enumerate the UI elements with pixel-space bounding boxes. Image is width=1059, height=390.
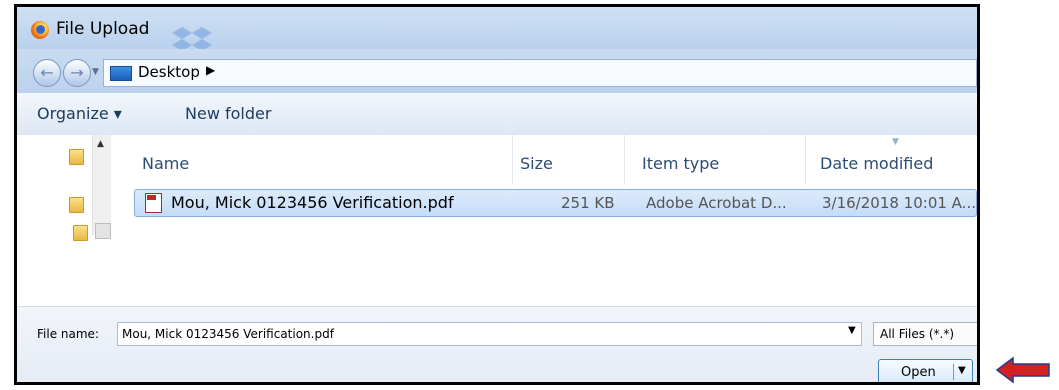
- history-dropdown-icon[interactable]: ▼: [92, 67, 99, 77]
- firefox-icon: [31, 21, 49, 39]
- desktop-icon: [110, 66, 132, 81]
- file-name-dropdown-icon[interactable]: ▼: [848, 325, 856, 336]
- column-header-date[interactable]: Date modified: [820, 154, 933, 173]
- file-row-selected[interactable]: Mou, Mick 0123456 Verification.pdf 251 K…: [134, 189, 977, 217]
- back-button[interactable]: ←: [33, 59, 61, 87]
- scroll-up-icon[interactable]: ▲: [97, 139, 104, 149]
- column-divider[interactable]: [512, 135, 513, 185]
- file-name-value[interactable]: Mou, Mick 0123456 Verification.pdf: [122, 327, 334, 341]
- breadcrumb[interactable]: Desktop ▶: [103, 59, 977, 87]
- address-bar: ← → ▼ Desktop ▶: [17, 49, 977, 93]
- file-date: 3/16/2018 10:01 A...: [822, 194, 976, 212]
- file-type: Adobe Acrobat D...: [646, 194, 787, 212]
- organize-menu[interactable]: Organize ▾: [37, 104, 122, 123]
- new-folder-button[interactable]: New folder: [185, 104, 271, 123]
- file-name: Mou, Mick 0123456 Verification.pdf: [171, 193, 454, 212]
- file-list: ▼ Name Size Item type Date modified Mou,…: [112, 135, 977, 235]
- column-header-name[interactable]: Name: [142, 154, 189, 173]
- file-type-filter-label[interactable]: All Files (*.*): [880, 327, 954, 341]
- file-size: 251 KB: [561, 194, 615, 212]
- open-button-label[interactable]: Open: [901, 365, 936, 380]
- navigation-scrollbar[interactable]: ▲: [92, 135, 111, 239]
- column-divider[interactable]: [624, 135, 625, 185]
- file-name-label: File name:: [37, 327, 99, 341]
- window-title: File Upload: [56, 19, 150, 39]
- scroll-thumb[interactable]: [95, 223, 111, 239]
- pdf-icon: [145, 193, 162, 213]
- breadcrumb-chevron-icon[interactable]: ▶: [206, 63, 215, 77]
- open-dropdown-icon[interactable]: ▼: [958, 365, 966, 376]
- split-divider: [953, 364, 954, 380]
- red-pointer-arrow-icon: [995, 356, 1050, 384]
- command-toolbar: Organize ▾ New folder: [17, 93, 977, 136]
- forward-button[interactable]: →: [63, 59, 91, 87]
- open-button[interactable]: Open ▼: [878, 359, 973, 382]
- folder-icon[interactable]: [69, 197, 84, 213]
- breadcrumb-desktop[interactable]: Desktop: [138, 63, 200, 81]
- file-type-filter[interactable]: All Files (*.*): [873, 322, 977, 346]
- folder-icon[interactable]: [73, 225, 88, 241]
- folder-icon[interactable]: [69, 149, 84, 165]
- column-header-type[interactable]: Item type: [642, 154, 719, 173]
- column-header-size[interactable]: Size: [520, 154, 553, 173]
- column-divider[interactable]: [805, 135, 806, 185]
- title-bar: File Upload: [17, 7, 977, 51]
- file-name-input[interactable]: Mou, Mick 0123456 Verification.pdf: [117, 322, 862, 346]
- file-name-panel: File name: Mou, Mick 0123456 Verificatio…: [17, 306, 977, 382]
- file-upload-dialog: File Upload ← → ▼ Desktop ▶ Organize ▾ N…: [14, 4, 980, 385]
- sort-indicator-icon: ▼: [892, 137, 899, 147]
